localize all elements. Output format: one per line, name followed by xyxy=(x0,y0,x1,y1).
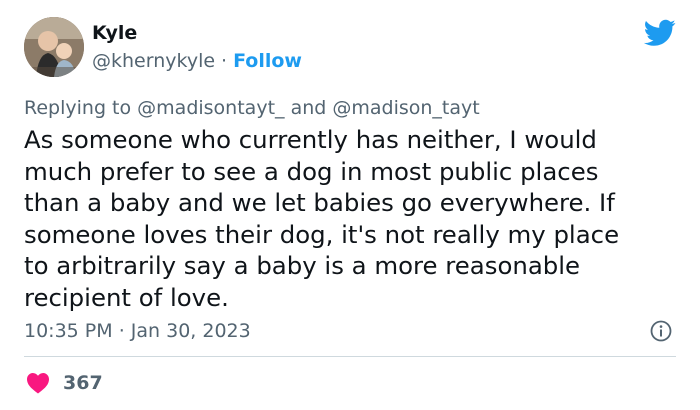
tweet-time[interactable]: 10:35 PM xyxy=(24,320,113,342)
twitter-bird-icon[interactable] xyxy=(644,19,676,47)
replying-to-line: Replying to @madisontayt_ and @madison_t… xyxy=(24,95,480,121)
author-name[interactable]: Kyle xyxy=(92,20,137,46)
handle-separator: · xyxy=(221,50,228,72)
reply-mention-2[interactable]: @madison_tayt xyxy=(332,97,479,119)
replying-to-label: Replying to xyxy=(24,97,132,119)
tweet-date[interactable]: Jan 30, 2023 xyxy=(131,320,251,342)
author-handle-line: @khernykyle · Follow xyxy=(92,48,302,74)
avatar[interactable] xyxy=(24,17,84,77)
author-handle[interactable]: @khernykyle xyxy=(92,50,215,72)
follow-button[interactable]: Follow xyxy=(233,50,302,72)
info-icon[interactable] xyxy=(650,320,672,342)
divider xyxy=(24,356,676,357)
timestamp-separator: · xyxy=(118,320,125,342)
tweet-text: As someone who currently has neither, I … xyxy=(24,125,620,312)
like-count[interactable]: 367 xyxy=(63,370,103,396)
reply-conjunction: and xyxy=(290,97,327,119)
tweet-card: Kyle @khernykyle · Follow Replying to @mad… xyxy=(0,0,700,410)
tweet-timestamp[interactable]: 10:35 PM · Jan 30, 2023 xyxy=(24,318,251,344)
heart-icon[interactable] xyxy=(26,372,50,394)
reply-mention-1[interactable]: @madisontayt_ xyxy=(137,97,284,119)
